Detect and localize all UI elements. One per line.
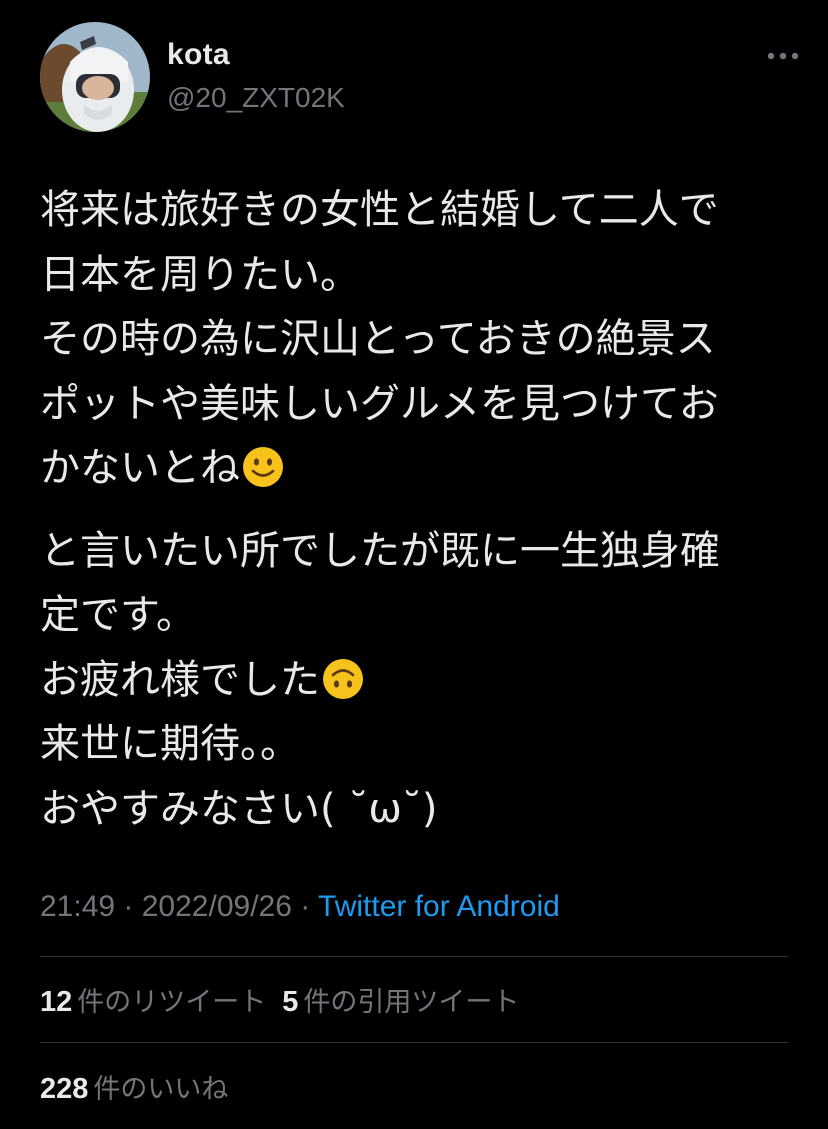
tweet-paragraph-2: と言いたい所でしたが既に一生独身確 定です。 お疲れ様でした 来世に期待。。 お… bbox=[40, 519, 790, 842]
tweet-line: おやすみなさい( ˘ω˘) bbox=[40, 785, 438, 832]
retweets-count-link[interactable]: 12 件のリツイート bbox=[40, 986, 267, 1018]
tweet-line-with-emoji: お疲れ様でした bbox=[40, 648, 790, 713]
tweet-line: その時の為に沢山とっておきの絶景ス bbox=[40, 316, 716, 362]
slightly-smiling-face-icon bbox=[242, 443, 284, 487]
tweet-line: ポットや美味しいグルメを見つけてお bbox=[40, 380, 719, 427]
upside-down-face-icon bbox=[322, 655, 364, 699]
tweet-header: kota @20_ZXT02K bbox=[40, 20, 800, 132]
quotes-label: 件の引用ツイート bbox=[303, 987, 520, 1018]
author-handle[interactable]: @20_ZXT02K bbox=[167, 82, 345, 114]
retweets-label: 件のリツイート bbox=[77, 987, 267, 1018]
engagement-stats-row: 12 件のリツイート 5 件の引用ツイート bbox=[40, 980, 535, 1019]
tweet-line: 定です。 bbox=[40, 592, 196, 638]
meta-separator: · bbox=[291, 890, 319, 923]
tweet-time[interactable]: 21:49 bbox=[40, 890, 115, 923]
tweet-line: と言いたい所でしたが既に一生独身確 bbox=[40, 527, 720, 574]
likes-count-link[interactable]: 228 件のいいね bbox=[40, 1073, 229, 1105]
quotes-count: 5 bbox=[282, 986, 299, 1018]
tweet-paragraph-1: 将来は旅好きの女性と結婚して二人で 日本を周りたい。 その時の為に沢山とっておき… bbox=[40, 178, 790, 501]
tweet-meta: 21:49 · 2022/09/26 · Twitter for Android bbox=[40, 890, 560, 924]
tweet-line-with-emoji: かないとね bbox=[40, 436, 790, 501]
avatar[interactable] bbox=[40, 22, 150, 132]
tweet-line: お疲れ様でした bbox=[40, 656, 320, 703]
more-options-icon[interactable] bbox=[766, 48, 800, 64]
tweet-source-link[interactable]: Twitter for Android bbox=[318, 890, 560, 923]
quotes-count-link[interactable]: 5 件の引用ツイート bbox=[282, 986, 520, 1018]
author-name[interactable]: kota bbox=[167, 38, 230, 72]
avatar-photo bbox=[40, 22, 150, 132]
divider bbox=[40, 1042, 788, 1043]
divider bbox=[40, 956, 788, 957]
tweet-line: かないとね bbox=[40, 445, 240, 491]
retweets-count: 12 bbox=[40, 986, 73, 1018]
meta-separator: · bbox=[115, 890, 142, 923]
likes-stats-row: 228 件のいいね bbox=[40, 1067, 244, 1106]
tweet-line: 日本を周りたい。 bbox=[40, 251, 360, 298]
tweet-line: 将来は旅好きの女性と結婚して二人で bbox=[40, 187, 719, 233]
tweet-date[interactable]: 2022/09/26 bbox=[142, 890, 292, 923]
tweet-text: 将来は旅好きの女性と結婚して二人で 日本を周りたい。 その時の為に沢山とっておき… bbox=[40, 178, 790, 841]
likes-count: 228 bbox=[40, 1073, 89, 1105]
likes-label: 件のいいね bbox=[93, 1074, 229, 1105]
tweet-line: 来世に期待。。 bbox=[40, 721, 300, 767]
